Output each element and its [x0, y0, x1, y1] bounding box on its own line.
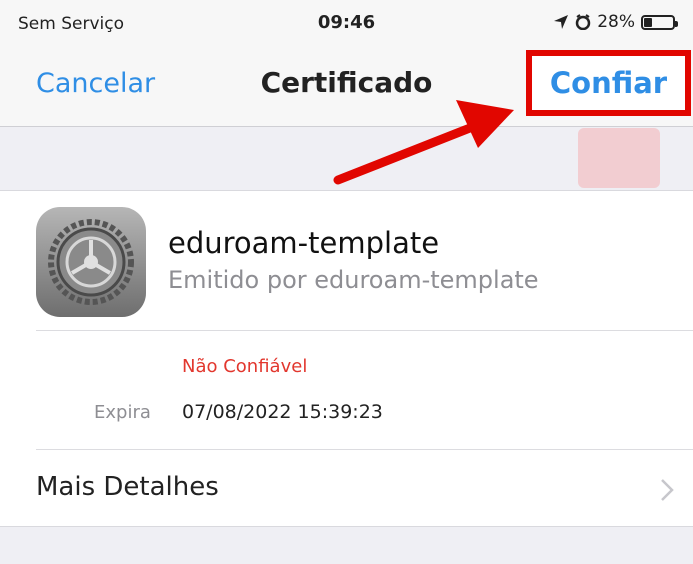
- trust-status: Não Confiável: [182, 356, 308, 377]
- more-details-label: Mais Detalhes: [36, 472, 219, 502]
- highlight-blur: [578, 128, 660, 188]
- certificate-name: eduroam-template: [168, 226, 440, 260]
- expires-label: Expira: [94, 402, 151, 423]
- battery-icon: [641, 14, 678, 30]
- expires-value: 07/08/2022 15:39:23: [182, 401, 383, 423]
- trust-button[interactable]: Confiar: [526, 50, 691, 116]
- status-indicators: 28%: [553, 12, 678, 32]
- battery-level: [644, 17, 652, 27]
- chevron-right-icon: [661, 479, 674, 501]
- settings-gear-icon: [36, 207, 146, 317]
- alarm-icon: [575, 14, 591, 30]
- battery-percent: 28%: [597, 12, 635, 32]
- divider: [36, 330, 693, 331]
- certificate-issuer: Emitido por eduroam-template: [168, 266, 539, 294]
- location-icon: [554, 15, 569, 29]
